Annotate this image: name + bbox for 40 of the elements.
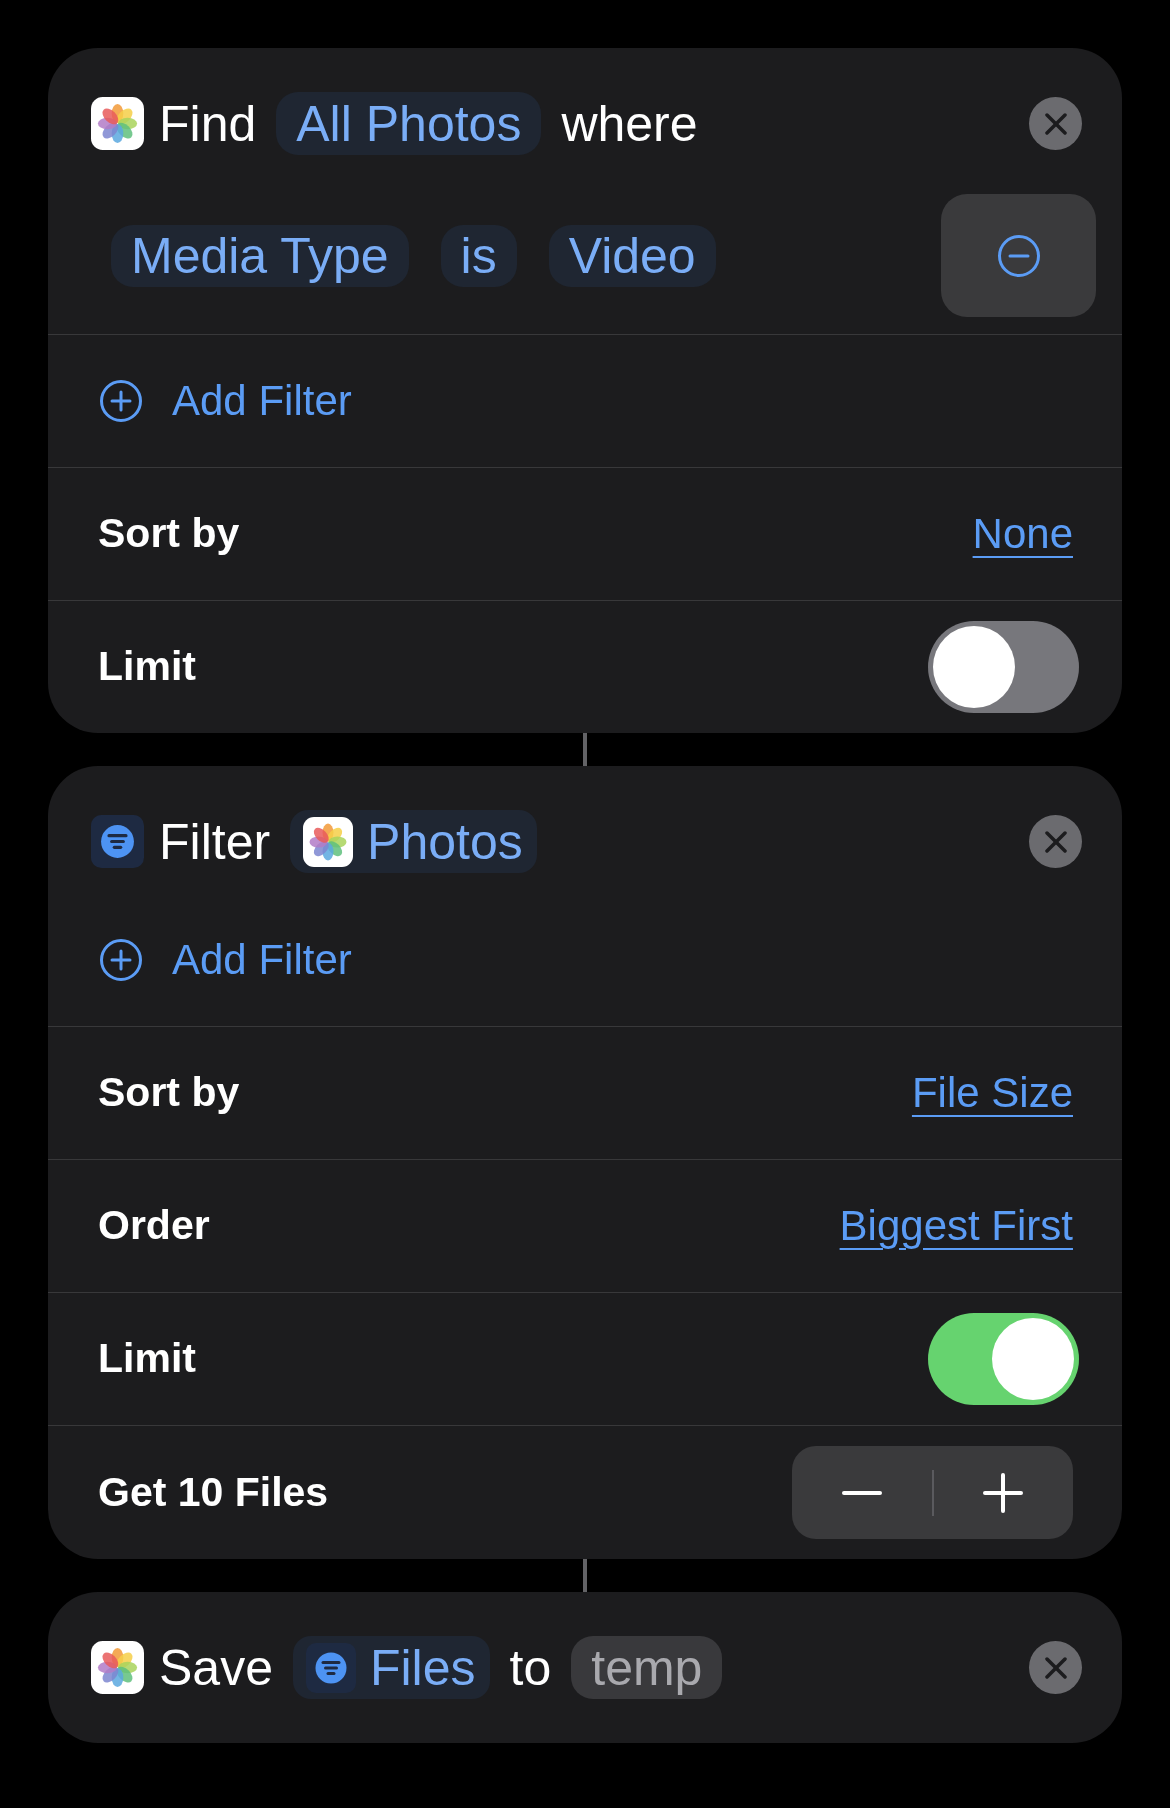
row-label: Sort by <box>98 1068 240 1118</box>
variable-token[interactable]: Photos <box>290 810 537 873</box>
add-filter-button[interactable]: Add Filter <box>100 938 352 981</box>
row-label: Limit <box>98 642 196 692</box>
close-button[interactable] <box>1029 97 1082 150</box>
parameter-token[interactable]: All Photos <box>276 92 542 155</box>
plus-icon <box>983 1472 1024 1513</box>
filter-icon <box>305 1642 356 1693</box>
filter-icon <box>91 815 144 868</box>
close-button[interactable] <box>1029 815 1082 868</box>
row-label: Sort by <box>98 509 240 559</box>
parameter-token[interactable]: is <box>440 224 517 287</box>
flower-icon <box>303 816 354 867</box>
action-text: Save <box>159 1642 273 1693</box>
close-icon <box>1044 830 1067 853</box>
remove-filter-button[interactable] <box>941 194 1096 317</box>
row-label: Get 10 Files <box>98 1467 329 1517</box>
close-icon <box>1044 112 1067 135</box>
value-link[interactable]: Biggest First <box>839 1199 1073 1253</box>
value-link[interactable]: None <box>972 507 1073 561</box>
flower-icon <box>91 1641 144 1694</box>
close-icon <box>1044 1656 1067 1679</box>
add-filter-button[interactable]: Add Filter <box>100 380 352 422</box>
action-text: where <box>561 98 698 149</box>
minus-icon <box>841 1490 882 1495</box>
plus-circle-icon <box>100 938 142 981</box>
plus-circle-icon <box>100 380 142 422</box>
value-link[interactable]: File Size <box>911 1066 1073 1120</box>
action-text: Find <box>159 98 257 149</box>
action-text: Filter <box>159 816 271 867</box>
variable-token[interactable]: Files <box>292 1636 490 1699</box>
action-text: to <box>509 1642 552 1693</box>
minus-circle-icon <box>997 234 1040 277</box>
parameter-token[interactable]: temp <box>571 1636 723 1699</box>
parameter-token[interactable]: Media Type <box>111 224 409 287</box>
parameter-token[interactable]: Video <box>548 224 716 287</box>
row-label: Order <box>98 1201 210 1251</box>
row-label: Limit <box>98 1334 196 1384</box>
close-button[interactable] <box>1029 1641 1082 1694</box>
flower-icon <box>91 97 144 150</box>
